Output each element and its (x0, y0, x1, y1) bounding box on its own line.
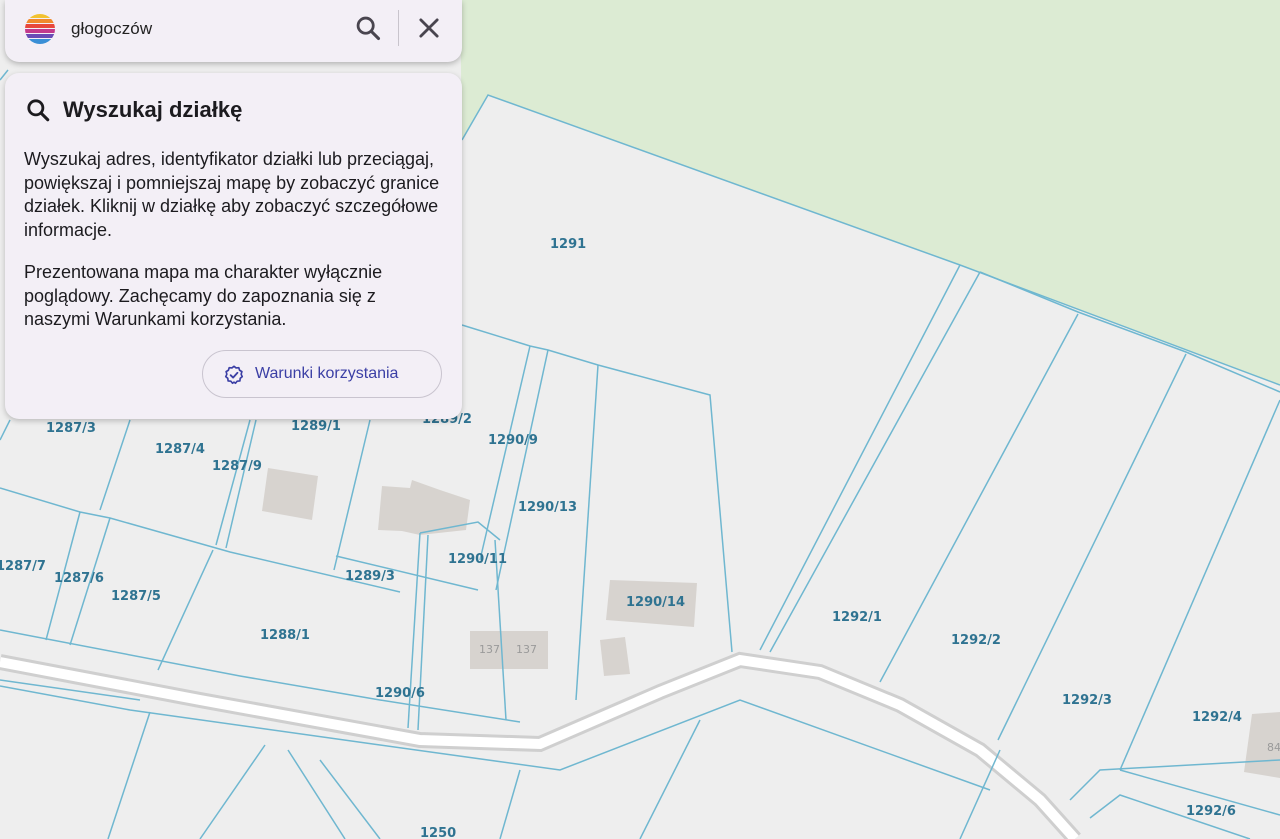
parcel-label: 1288/1 (260, 628, 310, 643)
parcel-label: 1290/6 (375, 686, 425, 701)
panel-disclaimer: Prezentowana mapa ma charakter wyłącznie… (24, 262, 383, 329)
parcel-label: 1292/4 (1192, 710, 1242, 725)
parcel-label: 1290/13 (518, 500, 577, 515)
building-number: 137 (516, 643, 537, 656)
parcel-label: 1290/11 (448, 552, 507, 567)
parcel-label: 1290/9 (488, 433, 538, 448)
building-number: 84 (1267, 741, 1280, 754)
close-icon[interactable] (415, 14, 443, 42)
parcel-label: 1287/3 (46, 421, 96, 436)
parcel-label: 1287/4 (155, 442, 205, 457)
divider (398, 10, 399, 46)
panel-title: Wyszukaj działkę (63, 97, 243, 122)
terms-button[interactable]: Warunki korzystania (202, 350, 442, 398)
parcel-label: 1290/14 (626, 595, 685, 610)
info-panel: Wyszukaj działkę Wyszukaj adres, identyf… (5, 73, 462, 419)
parcel-label: 1250 (420, 826, 456, 839)
search-input[interactable]: głogoczów (71, 19, 152, 39)
rainbow-logo-icon[interactable] (24, 13, 56, 45)
search-icon[interactable] (354, 14, 382, 42)
parcel-label: 1292/3 (1062, 693, 1112, 708)
search-bar[interactable]: głogoczów (5, 0, 462, 62)
parcel-label: 1292/6 (1186, 804, 1236, 819)
parcel-label: 1292/1 (832, 610, 882, 625)
verified-badge-icon (224, 365, 244, 385)
parcel-label: 1289/3 (345, 569, 395, 584)
parcel-label: 1287/5 (111, 589, 161, 604)
terms-button-label: Warunki korzystania (255, 365, 399, 382)
building-number: 137 (479, 643, 500, 656)
parcel-label: 1287/6 (54, 571, 104, 586)
panel-description: Wyszukaj adres, identyfikator działki lu… (24, 149, 440, 240)
parcel-label: 1292/2 (951, 633, 1001, 648)
parcel-label: 1287/9 (212, 459, 262, 474)
parcel-label: 1287/7 (0, 559, 46, 574)
search-icon (27, 99, 50, 122)
parcel-label: 1291 (550, 237, 586, 252)
parcel-label: 1289/1 (291, 419, 341, 434)
